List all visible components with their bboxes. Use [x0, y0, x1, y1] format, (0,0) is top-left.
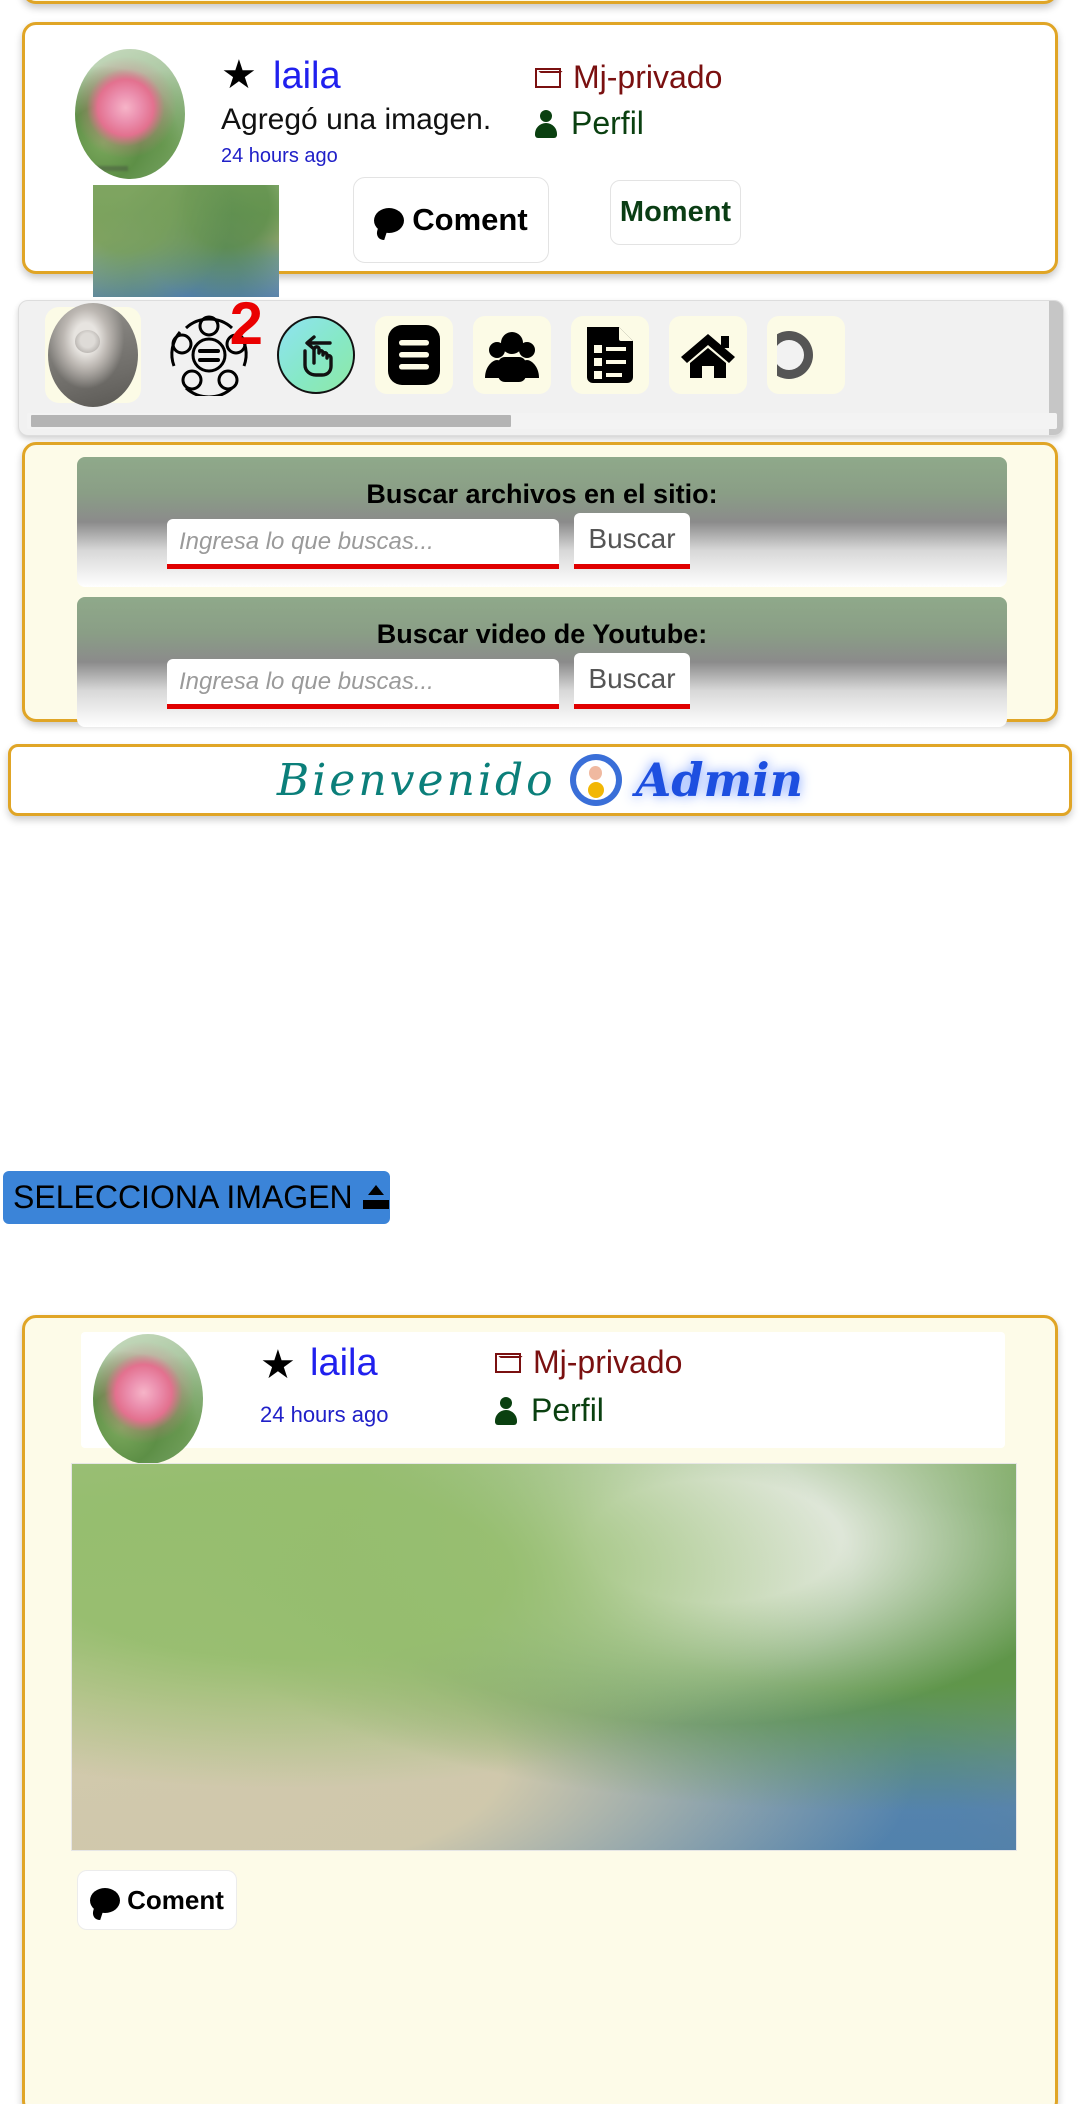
private-message-link[interactable]: Mj-privado	[535, 59, 722, 96]
toolbar-item-partial-next[interactable]	[767, 316, 845, 394]
avatar[interactable]	[75, 49, 185, 179]
toolbar-item-tap-back-gesture[interactable]	[277, 316, 355, 394]
welcome-username: Admin	[635, 753, 804, 807]
post-image[interactable]	[71, 1463, 1017, 1851]
search-files-button[interactable]: Buscar	[574, 513, 690, 569]
post-card-top: ★ laila Agregó una imagen. 24 hours ago …	[22, 22, 1058, 297]
profile-label: Perfil	[531, 1392, 604, 1428]
person-icon	[535, 109, 557, 138]
coment-button[interactable]: Coment	[77, 1870, 237, 1930]
menu-list-icon	[388, 325, 440, 385]
document-list-icon	[587, 327, 633, 383]
partial-next-icon	[777, 331, 813, 379]
envelope-icon	[535, 67, 561, 88]
post-username[interactable]: laila	[310, 1342, 378, 1385]
previous-post-card-clipped	[22, 0, 1058, 4]
speech-bubble-icon	[90, 1887, 121, 1913]
coment-button-label: Coment	[412, 202, 528, 237]
search-youtube-button[interactable]: Buscar	[574, 653, 690, 709]
search-youtube-title: Buscar video de Youtube:	[376, 619, 708, 649]
envelope-icon	[495, 1352, 521, 1373]
toolbar-item-sync-notifications[interactable]: 2	[161, 301, 263, 400]
toolbar-item-group-users[interactable]	[473, 316, 551, 394]
profile-link[interactable]: Perfil	[495, 1392, 604, 1429]
moment-button[interactable]: Moment	[610, 180, 741, 245]
post-status-text: Agregó una imagen.	[221, 103, 492, 136]
toolbar-item-home[interactable]	[669, 316, 747, 394]
page-root: ★ laila Agregó una imagen. 24 hours ago …	[0, 0, 1080, 2104]
search-files-box: Buscar archivos en el sitio: Ingresa lo …	[77, 457, 1007, 587]
search-youtube-box: Buscar video de Youtube: Ingresa lo que …	[77, 597, 1007, 727]
tap-back-icon	[277, 316, 355, 394]
upload-icon	[362, 1184, 389, 1211]
moment-button-label: Moment	[619, 196, 732, 228]
person-icon	[495, 1396, 517, 1425]
speech-bubble-icon	[374, 207, 405, 233]
group-users-icon	[485, 332, 539, 382]
welcome-greeting: Bienvenido	[276, 754, 556, 806]
select-image-label: SELECCIONA IMAGEN	[13, 1179, 353, 1215]
search-files-title: Buscar archivos en el sitio:	[366, 479, 718, 509]
post-username[interactable]: laila	[273, 55, 341, 98]
search-youtube-input[interactable]: Ingresa lo que buscas...	[167, 659, 559, 709]
private-message-label: Mj-privado	[533, 1344, 683, 1380]
post-timestamp: 24 hours ago	[221, 145, 338, 167]
toolbar-item-user-avatar[interactable]	[45, 303, 141, 407]
admin-gear-icon	[569, 754, 622, 806]
private-message-label: Mj-privado	[573, 59, 723, 95]
post-thumbnail-image[interactable]	[93, 185, 279, 297]
post-timestamp: 24 hours ago	[260, 1402, 389, 1427]
welcome-banner: Bienvenido Admin	[8, 744, 1072, 816]
select-image-button[interactable]: SELECCIONA IMAGEN	[3, 1171, 390, 1224]
avatar[interactable]	[93, 1334, 203, 1464]
star-icon: ★	[221, 53, 257, 97]
profile-label: Perfil	[571, 105, 644, 141]
post-card-main: ★ laila 24 hours ago Mj-privado Perfil C…	[22, 1315, 1058, 2104]
toolbar-scrollbar-thumb[interactable]	[31, 415, 511, 427]
search-panel: Buscar archivos en el sitio: Ingresa lo …	[22, 442, 1058, 727]
toolbar-items: 2	[19, 301, 1063, 409]
coment-button[interactable]: Coment	[353, 177, 549, 263]
toolbar-item-document-list[interactable]	[571, 316, 649, 394]
star-icon: ★	[260, 1343, 296, 1387]
icon-toolbar[interactable]: 2	[18, 300, 1064, 436]
search-files-input[interactable]: Ingresa lo que buscas...	[167, 519, 559, 569]
coment-button-label: Coment	[127, 1884, 224, 1915]
home-icon	[681, 334, 735, 378]
private-message-link[interactable]: Mj-privado	[495, 1344, 682, 1381]
notification-count-badge: 2	[229, 300, 263, 357]
profile-link[interactable]: Perfil	[535, 105, 644, 142]
user-photo-icon	[48, 303, 138, 407]
toolbar-item-menu-list[interactable]	[375, 316, 453, 394]
